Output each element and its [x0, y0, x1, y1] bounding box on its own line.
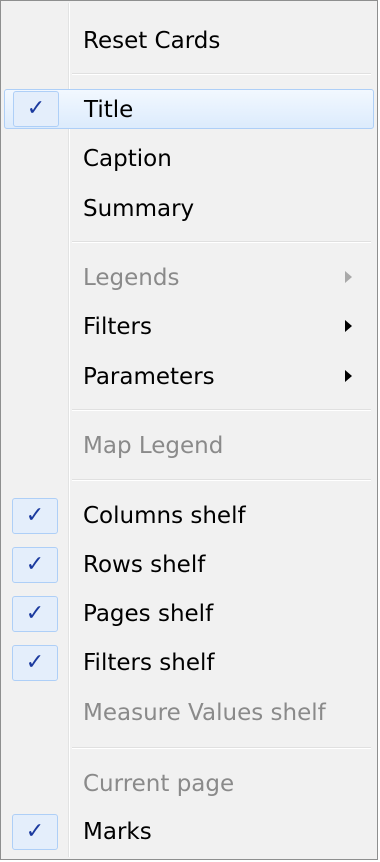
menu-item-reset-cards[interactable]: Reset Cards — [4, 21, 374, 61]
menu-item-marks[interactable]: ✓ Marks — [4, 812, 374, 852]
menu-item-filters[interactable]: Filters — [4, 307, 374, 347]
menu-item-label: Title — [84, 97, 134, 123]
checkmark-box: ✓ — [12, 596, 58, 632]
checkmark-icon: ✓ — [25, 650, 45, 675]
menu-item-label: Map Legend — [83, 433, 224, 459]
checkmark-box: ✓ — [12, 814, 58, 850]
checkmark-icon: ✓ — [25, 552, 45, 577]
menu-item-current-page: Current page — [4, 764, 374, 804]
menu-item-label: Marks — [83, 819, 152, 845]
menu-separator — [72, 409, 371, 411]
checkmark-icon: ✓ — [26, 96, 46, 121]
menu-item-label: Parameters — [83, 364, 215, 390]
menu-item-map-legend: Map Legend — [4, 426, 374, 466]
menu-item-rows-shelf[interactable]: ✓ Rows shelf — [4, 545, 374, 585]
menu-item-caption[interactable]: Caption — [4, 139, 374, 179]
menu-separator — [72, 479, 371, 481]
menu-item-label: Caption — [83, 146, 172, 172]
context-menu: Reset Cards ✓ Title Caption Summary Lege… — [0, 0, 378, 860]
checkmark-box: ✓ — [12, 547, 58, 583]
menu-item-legends: Legends — [4, 258, 374, 298]
checkmark-box: ✓ — [13, 91, 59, 127]
menu-item-measure-values-shelf: Measure Values shelf — [4, 693, 374, 733]
menu-item-label: Pages shelf — [83, 601, 214, 627]
submenu-arrow-icon — [345, 320, 352, 332]
checkmark-icon: ✓ — [25, 601, 45, 626]
menu-item-label: Filters — [83, 314, 152, 340]
menu-item-label: Reset Cards — [83, 28, 221, 54]
checkmark-box: ✓ — [12, 645, 58, 681]
menu-item-filters-shelf[interactable]: ✓ Filters shelf — [4, 643, 374, 683]
menu-item-pages-shelf[interactable]: ✓ Pages shelf — [4, 594, 374, 634]
menu-item-label: Columns shelf — [83, 503, 246, 529]
menu-item-label: Legends — [83, 265, 180, 291]
menu-separator — [72, 747, 371, 749]
menu-item-label: Measure Values shelf — [83, 700, 326, 726]
submenu-arrow-icon — [345, 370, 352, 382]
menu-item-label: Current page — [83, 771, 235, 797]
menu-item-label: Rows shelf — [83, 552, 206, 578]
menu-item-parameters[interactable]: Parameters — [4, 357, 374, 397]
checkmark-icon: ✓ — [25, 503, 45, 528]
menu-item-title[interactable]: ✓ Title — [4, 89, 374, 129]
menu-separator — [72, 73, 371, 75]
menu-item-columns-shelf[interactable]: ✓ Columns shelf — [4, 496, 374, 536]
checkmark-icon: ✓ — [25, 819, 45, 844]
checkmark-box: ✓ — [12, 498, 58, 534]
menu-separator — [72, 241, 371, 243]
menu-item-label: Summary — [83, 196, 195, 222]
menu-item-label: Filters shelf — [83, 650, 215, 676]
submenu-arrow-icon — [345, 271, 352, 283]
menu-item-summary[interactable]: Summary — [4, 189, 374, 229]
